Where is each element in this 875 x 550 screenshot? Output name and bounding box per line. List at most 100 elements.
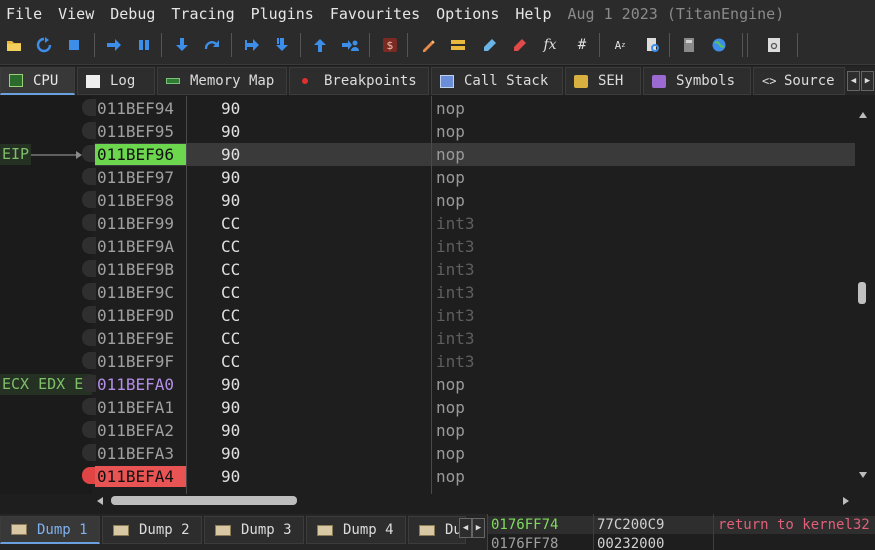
breakpoint-toggle[interactable] — [82, 283, 96, 300]
disasm-row[interactable]: 011BEF9F CC int3 — [95, 350, 855, 373]
tab-cpu[interactable]: CPU — [0, 67, 75, 95]
step-over-icon[interactable] — [202, 35, 222, 55]
dump-icon — [419, 524, 435, 536]
tab-dump-1[interactable]: Dump 1 — [0, 516, 100, 544]
disasm-row[interactable]: 011BEF9A CC int3 — [95, 235, 855, 258]
step-into-icon[interactable] — [172, 35, 192, 55]
disasm-row[interactable]: 011BEF9B CC int3 — [95, 258, 855, 281]
breakpoint-toggle[interactable] — [82, 352, 96, 369]
tab-breakpoints[interactable]: Breakpoints — [289, 67, 429, 95]
disasm-row[interactable]: 011BEF97 90 nop — [95, 166, 855, 189]
tab-log[interactable]: Log — [77, 67, 155, 95]
disasm-row[interactable]: 011BEFA2 90 nop — [95, 419, 855, 442]
disasm-instruction: nop — [436, 145, 465, 164]
tab-cpu-label: CPU — [33, 72, 59, 89]
breakpoint-toggle[interactable] — [82, 444, 96, 461]
patches-icon[interactable] — [418, 35, 438, 55]
tabs-scroll-right-icon[interactable]: ▶ — [861, 71, 874, 91]
disasm-row[interactable]: 011BEFA3 90 nop — [95, 442, 855, 465]
tab-dump-2[interactable]: Dump 2 — [102, 516, 202, 544]
stack-row[interactable]: 0176FF78 00232000 — [488, 535, 875, 550]
trace-over-icon[interactable] — [272, 35, 292, 55]
menu-favourites[interactable]: Favourites — [330, 5, 420, 23]
calculator-icon[interactable] — [679, 35, 699, 55]
disasm-row[interactable]: 011BEF98 90 nop — [95, 189, 855, 212]
restart-icon[interactable] — [34, 35, 54, 55]
tab-symbols[interactable]: Symbols — [643, 67, 751, 95]
stop-icon[interactable] — [64, 35, 84, 55]
menu-plugins[interactable]: Plugins — [251, 5, 314, 23]
breakpoint-toggle[interactable] — [82, 145, 96, 162]
tab-dump-4[interactable]: Dump 4 — [306, 516, 406, 544]
tab-memory-map[interactable]: Memory Map — [157, 67, 287, 95]
breakpoint-toggle[interactable] — [82, 398, 96, 415]
menu-view[interactable]: View — [58, 5, 94, 23]
tab-source-label: Source — [784, 73, 835, 89]
search-icon[interactable] — [642, 35, 662, 55]
vertical-scrollbar[interactable] — [855, 96, 875, 494]
disasm-row[interactable]: 011BEFA1 90 nop — [95, 396, 855, 419]
disasm-row-current[interactable]: 011BEF96 90 nop — [95, 143, 855, 166]
disasm-instruction: nop — [436, 375, 465, 394]
tab-call-stack[interactable]: Call Stack — [431, 67, 563, 95]
dump-icon — [11, 524, 27, 535]
disasm-bytes: CC — [221, 306, 241, 325]
tab-symbols-label: Symbols — [676, 73, 736, 89]
menu-debug[interactable]: Debug — [110, 5, 155, 23]
tab-dump-5[interactable]: Du — [408, 516, 466, 544]
stack-address: 0176FF74 — [491, 517, 559, 533]
breakpoint-toggle[interactable] — [82, 329, 96, 346]
disasm-row[interactable]: 011BEF9C CC int3 — [95, 281, 855, 304]
disasm-instruction: nop — [436, 421, 465, 440]
breakpoint-toggle[interactable] — [82, 122, 96, 139]
horizontal-scrollbar[interactable] — [95, 494, 855, 508]
hash-icon[interactable]: # — [572, 35, 592, 55]
execute-till-return-icon[interactable] — [310, 35, 330, 55]
disasm-row[interactable]: 011BEFA4 90 nop — [95, 465, 855, 488]
tab-dump-3[interactable]: Dump 3 — [204, 516, 304, 544]
tab-seh[interactable]: SEH — [565, 67, 641, 95]
run-icon[interactable] — [104, 35, 124, 55]
disasm-row[interactable]: 011BEF9E CC int3 — [95, 327, 855, 350]
comments-icon[interactable] — [448, 35, 468, 55]
breakpoint-toggle[interactable] — [82, 214, 96, 231]
stack-row-current[interactable]: 0176FF74 77C200C9 return to kernel32 — [488, 516, 875, 534]
menu-file[interactable]: File — [6, 5, 42, 23]
labels-icon[interactable] — [480, 35, 500, 55]
eip-arrow-icon — [31, 151, 82, 159]
menu-options[interactable]: Options — [436, 5, 499, 23]
tab-dump-1-label: Dump 1 — [37, 521, 88, 538]
breakpoint-active-icon[interactable] — [82, 467, 96, 484]
trace-into-icon[interactable] — [242, 35, 262, 55]
breakpoint-toggle[interactable] — [82, 168, 96, 185]
disasm-row[interactable]: 011BEF95 90 nop — [95, 120, 855, 143]
menu-tracing[interactable]: Tracing — [171, 5, 234, 23]
breakpoint-toggle[interactable] — [82, 306, 96, 323]
eip-label: EIP — [0, 144, 31, 165]
breakpoint-toggle[interactable] — [82, 421, 96, 438]
disasm-row[interactable]: 011BEF99 CC int3 — [95, 212, 855, 235]
font-icon[interactable]: Az — [610, 35, 630, 55]
breakpoint-toggle[interactable] — [82, 260, 96, 277]
functions-icon[interactable]: fx — [540, 35, 560, 55]
bookmarks-icon[interactable] — [510, 35, 530, 55]
menu-help[interactable]: Help — [515, 5, 551, 23]
tab-source[interactable]: <> Source — [753, 67, 845, 95]
stack-view: 0176FF74 77C200C9 return to kernel32 017… — [487, 514, 875, 550]
disasm-row[interactable]: 011BEFA0 90 nop — [95, 373, 855, 396]
about-icon[interactable] — [764, 35, 784, 55]
breakpoint-toggle[interactable] — [82, 237, 96, 254]
scylla-icon[interactable]: $ — [380, 35, 400, 55]
breakpoint-toggle[interactable] — [82, 375, 96, 392]
dump-tabs-scroll-right-icon[interactable]: ▶ — [472, 518, 485, 538]
globe-icon[interactable] — [709, 35, 729, 55]
pause-icon[interactable] — [134, 35, 154, 55]
disasm-row[interactable]: 011BEF9D CC int3 — [95, 304, 855, 327]
open-icon[interactable] — [4, 35, 24, 55]
dump-tabs-scroll-left-icon[interactable]: ◀ — [459, 518, 472, 538]
tabs-scroll-left-icon[interactable]: ◀ — [847, 71, 860, 91]
disasm-row[interactable]: 011BEF94 90 nop — [95, 97, 855, 120]
run-to-user-code-icon[interactable] — [340, 35, 360, 55]
breakpoint-toggle[interactable] — [82, 99, 96, 116]
breakpoint-toggle[interactable] — [82, 191, 96, 208]
